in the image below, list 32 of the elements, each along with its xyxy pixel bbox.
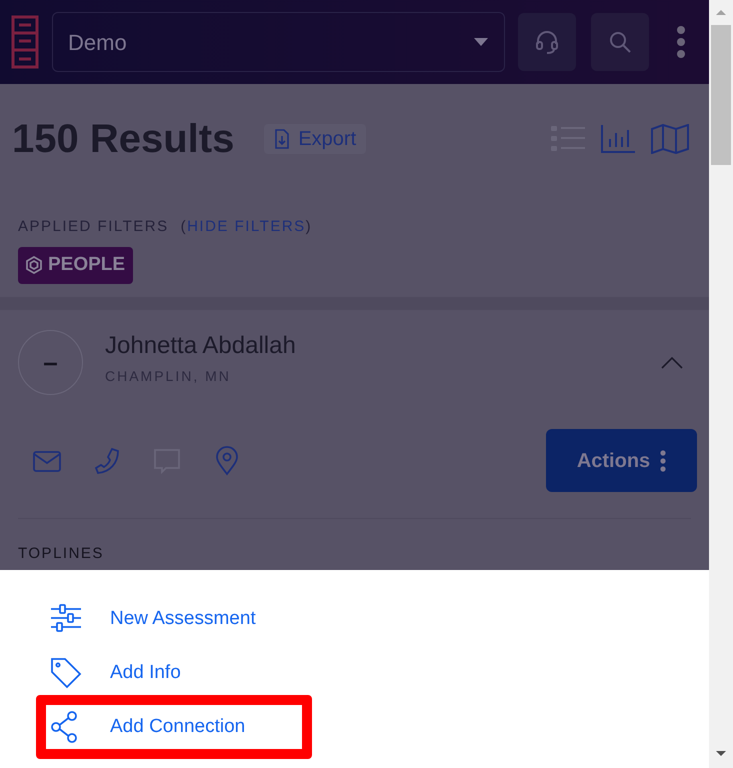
paren: (	[180, 217, 188, 237]
support-button[interactable]	[518, 13, 576, 71]
chevron-up-icon[interactable]	[661, 356, 683, 368]
filter-chip[interactable]: PEOPLE	[18, 246, 134, 284]
tag-icon	[50, 657, 82, 689]
logo-icon	[11, 15, 39, 69]
menu-item[interactable]: New Assessment	[36, 592, 312, 646]
map-icon[interactable]	[651, 124, 689, 154]
sliders-icon	[50, 603, 82, 635]
scroll-thumb[interactable]	[711, 25, 731, 165]
hexagon-icon	[26, 256, 42, 274]
phone-icon[interactable]	[92, 446, 122, 476]
caret-icon	[473, 37, 489, 47]
menu-item[interactable]: Add Connection	[36, 695, 312, 759]
select-value: Demo	[68, 28, 127, 56]
scrollbar[interactable]	[709, 0, 733, 768]
file-download-icon	[274, 129, 290, 149]
headset-icon	[534, 29, 560, 55]
search-button[interactable]	[591, 13, 649, 71]
avatar: –	[18, 330, 83, 395]
paren: )	[306, 217, 312, 237]
actions-button[interactable]: Actions	[546, 429, 697, 492]
scroll-up-icon[interactable]	[715, 8, 727, 16]
results-title: 150 Results	[12, 116, 234, 163]
bar-chart-icon[interactable]	[601, 125, 635, 153]
person-name: Johnetta Abdallah	[105, 331, 296, 361]
section-title: TOPLINES	[18, 544, 105, 564]
scroll-down-icon[interactable]	[715, 750, 727, 758]
search-icon	[608, 30, 632, 54]
account-select[interactable]: Demo	[52, 12, 505, 72]
more-icon[interactable]	[676, 25, 686, 59]
more-icon	[660, 450, 666, 472]
